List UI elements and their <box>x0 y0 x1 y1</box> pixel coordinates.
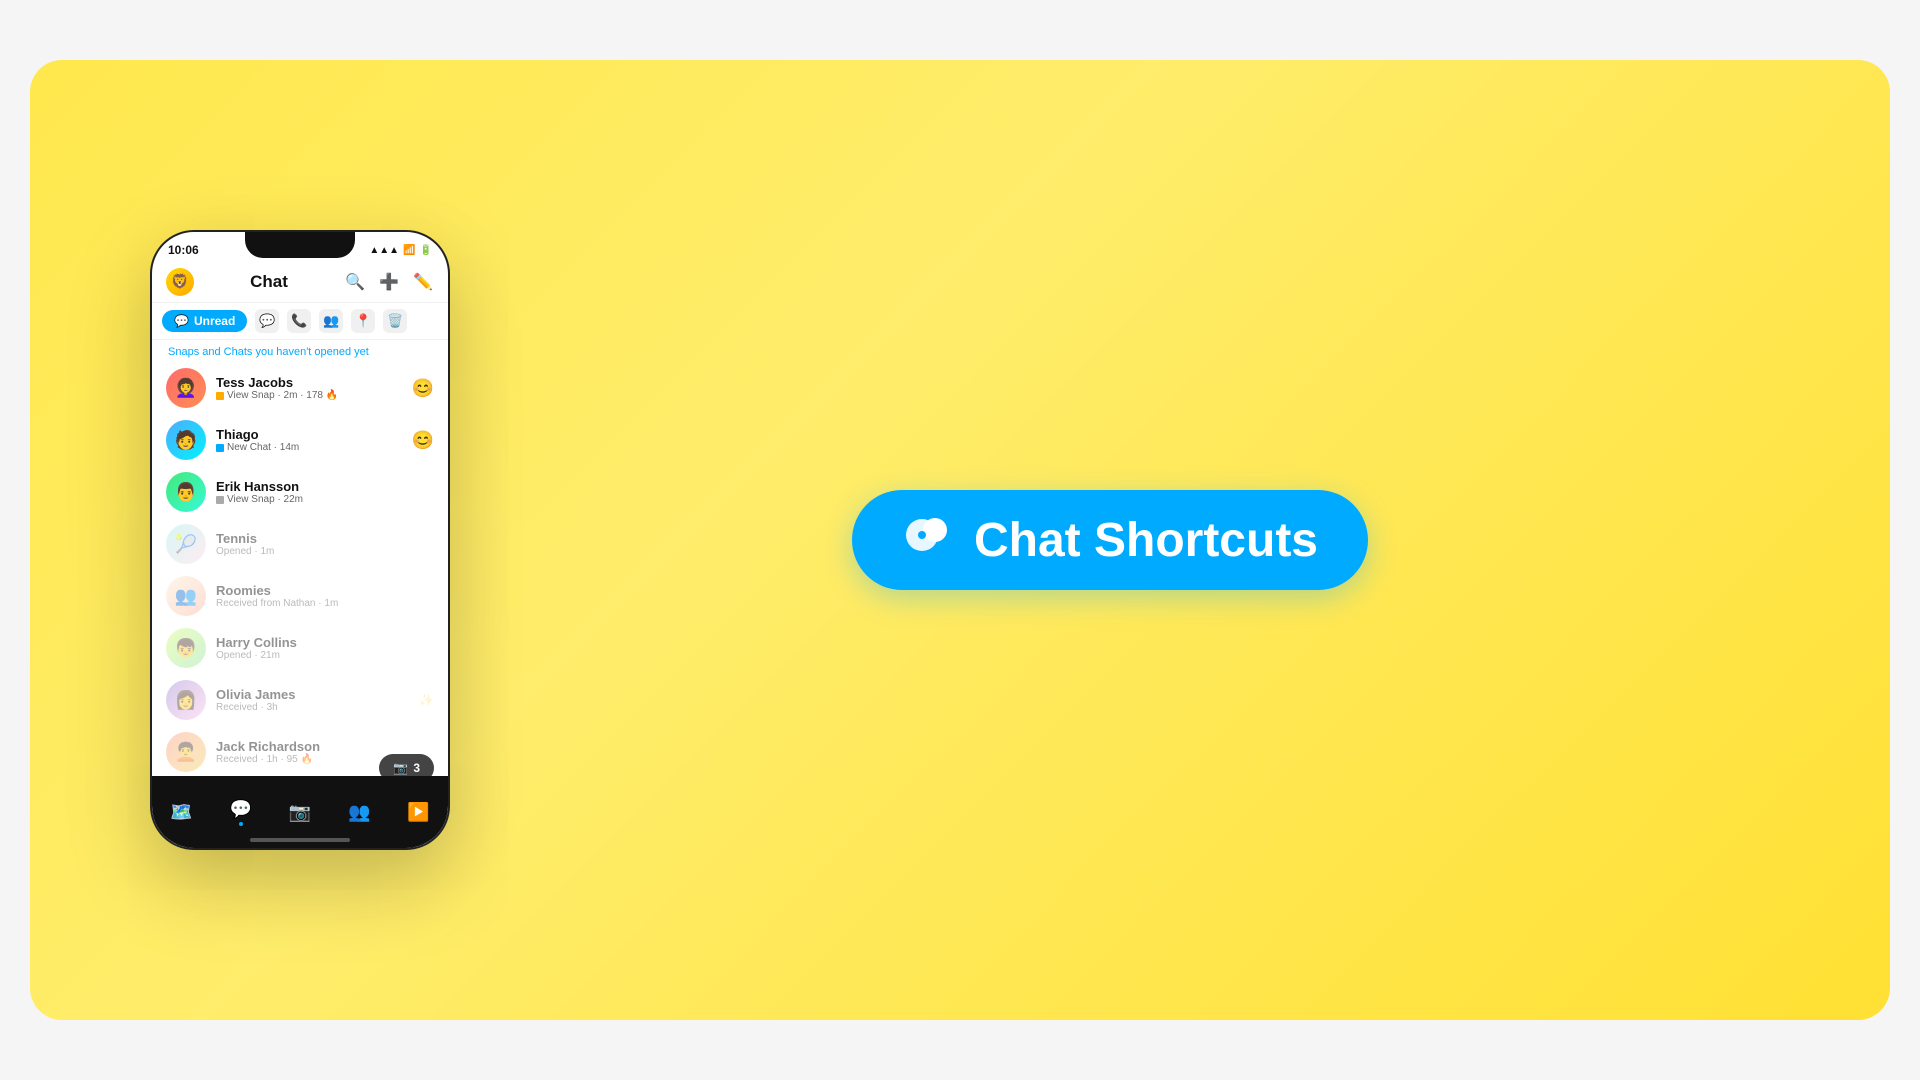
chat-name-thiago: Thiago <box>216 427 402 442</box>
chat-subtitle: Snaps and Chats you haven't opened yet <box>152 340 448 362</box>
chat-name-jack: Jack Richardson <box>216 739 434 754</box>
right-section: Chat Shortcuts <box>450 490 1770 590</box>
chat-name-erik: Erik Hansson <box>216 479 434 494</box>
snap-dot-erik <box>216 496 224 504</box>
shortcuts-label: Chat Shortcuts <box>974 513 1318 568</box>
main-background: 10:06 ▲▲▲ 📶 🔋 🦁 Chat 🔍 ➕ ✏️ <box>30 60 1890 1020</box>
chat-sub-erik: View Snap · 22m <box>216 494 434 505</box>
chat-item-erik[interactable]: 👨 Erik Hansson View Snap · 22m <box>152 466 448 518</box>
emoji-thiago: 😊 <box>412 430 434 451</box>
chat-name-harry: Harry Collins <box>216 635 434 650</box>
avatar-tennis: 🎾 <box>166 524 206 564</box>
chat-sub-tennis: Opened · 1m <box>216 546 434 557</box>
groups-tab[interactable]: 👥 <box>319 309 343 333</box>
chat-item-harry[interactable]: 👦 Harry Collins Opened · 21m <box>152 622 448 674</box>
chat-sub-thiago: New Chat · 14m <box>216 442 402 453</box>
avatar-olivia: 👩 <box>166 680 206 720</box>
camera-nav-icon: 📷 <box>289 802 311 823</box>
avatar-harry: 👦 <box>166 628 206 668</box>
header-icons: 🔍 ➕ ✏️ <box>344 271 434 293</box>
phone-mockup: 10:06 ▲▲▲ 📶 🔋 🦁 Chat 🔍 ➕ ✏️ <box>150 230 450 850</box>
status-time: 10:06 <box>168 243 199 257</box>
user-avatar[interactable]: 🦁 <box>166 268 194 296</box>
nav-map[interactable]: 🗺️ <box>170 802 192 823</box>
archive-tab[interactable]: 🗑️ <box>383 309 407 333</box>
wifi-icon: 📶 <box>403 245 415 256</box>
chat-sub-harry: Opened · 21m <box>216 650 434 661</box>
chat-info-tess: Tess Jacobs View Snap · 2m · 178 🔥 <box>216 375 402 401</box>
signal-icon: ▲▲▲ <box>369 245 399 256</box>
map-icon: 🗺️ <box>170 802 192 823</box>
nav-chat[interactable]: 💬 <box>230 799 252 826</box>
chat-tab[interactable]: 💬 <box>255 309 279 333</box>
chat-info-roomies: Roomies Received from Nathan · 1m <box>216 583 434 609</box>
chat-info-harry: Harry Collins Opened · 21m <box>216 635 434 661</box>
chat-shortcuts-button[interactable]: Chat Shortcuts <box>852 490 1368 590</box>
avatar-erik: 👨 <box>166 472 206 512</box>
chat-name-tennis: Tennis <box>216 531 434 546</box>
chat-header: 🦁 Chat 🔍 ➕ ✏️ <box>152 264 448 303</box>
emoji-olivia: ✨ <box>419 693 434 708</box>
chat-item-roomies[interactable]: 👥 Roomies Received from Nathan · 1m <box>152 570 448 622</box>
stories-icon: ▶️ <box>407 802 429 823</box>
shortcuts-chat-icon <box>902 510 952 570</box>
search-icon[interactable]: 🔍 <box>344 271 366 293</box>
snap-dot-thiago <box>216 444 224 452</box>
location-tab[interactable]: 📍 <box>351 309 375 333</box>
camera-icon: 📷 <box>393 761 408 775</box>
phone-notch <box>245 232 355 258</box>
snap-dot-tess <box>216 392 224 400</box>
nav-stories[interactable]: ▶️ <box>407 802 429 823</box>
chat-item-tennis[interactable]: 🎾 Tennis Opened · 1m <box>152 518 448 570</box>
chat-item-tess[interactable]: 👩‍🦱 Tess Jacobs View Snap · 2m · 178 🔥 😊 <box>152 362 448 414</box>
calls-tab[interactable]: 📞 <box>287 309 311 333</box>
chat-sub-olivia: Received · 3h <box>216 702 409 713</box>
unread-label: Unread <box>194 314 235 328</box>
chat-sub-roomies: Received from Nathan · 1m <box>216 598 434 609</box>
chat-name-roomies: Roomies <box>216 583 434 598</box>
home-indicator <box>250 838 350 842</box>
edit-icon[interactable]: ✏️ <box>412 271 434 293</box>
avatar-tess: 👩‍🦱 <box>166 368 206 408</box>
chat-name-olivia: Olivia James <box>216 687 409 702</box>
chat-nav-icon: 💬 <box>230 799 252 820</box>
phone-screen: 10:06 ▲▲▲ 📶 🔋 🦁 Chat 🔍 ➕ ✏️ <box>150 230 450 850</box>
chat-info-erik: Erik Hansson View Snap · 22m <box>216 479 434 505</box>
chat-info-tennis: Tennis Opened · 1m <box>216 531 434 557</box>
filter-tabs: 💬 Unread 💬 📞 👥 📍 🗑️ <box>152 303 448 340</box>
chat-info-thiago: Thiago New Chat · 14m <box>216 427 402 453</box>
nav-camera[interactable]: 📷 <box>289 802 311 823</box>
unread-icon: 💬 <box>174 314 189 328</box>
add-friend-icon[interactable]: ➕ <box>378 271 400 293</box>
chat-info-olivia: Olivia James Received · 3h <box>216 687 409 713</box>
chat-item-olivia[interactable]: 👩 Olivia James Received · 3h ✨ <box>152 674 448 726</box>
nav-friends[interactable]: 👥 <box>348 802 370 823</box>
chat-name-tess: Tess Jacobs <box>216 375 402 390</box>
unread-tab[interactable]: 💬 Unread <box>162 310 247 332</box>
emoji-tess: 😊 <box>412 378 434 399</box>
status-icons: ▲▲▲ 📶 🔋 <box>369 245 432 256</box>
chat-item-thiago[interactable]: 🧑 Thiago New Chat · 14m 😊 <box>152 414 448 466</box>
avatar-jack: 🧑‍🦱 <box>166 732 206 772</box>
nav-active-dot <box>239 822 243 826</box>
battery-icon: 🔋 <box>420 245 432 256</box>
avatar-thiago: 🧑 <box>166 420 206 460</box>
avatar-roomies: 👥 <box>166 576 206 616</box>
friends-icon: 👥 <box>348 802 370 823</box>
camera-count: 3 <box>413 761 420 775</box>
chat-title: Chat <box>250 272 288 292</box>
chat-sub-tess: View Snap · 2m · 178 🔥 <box>216 390 402 401</box>
